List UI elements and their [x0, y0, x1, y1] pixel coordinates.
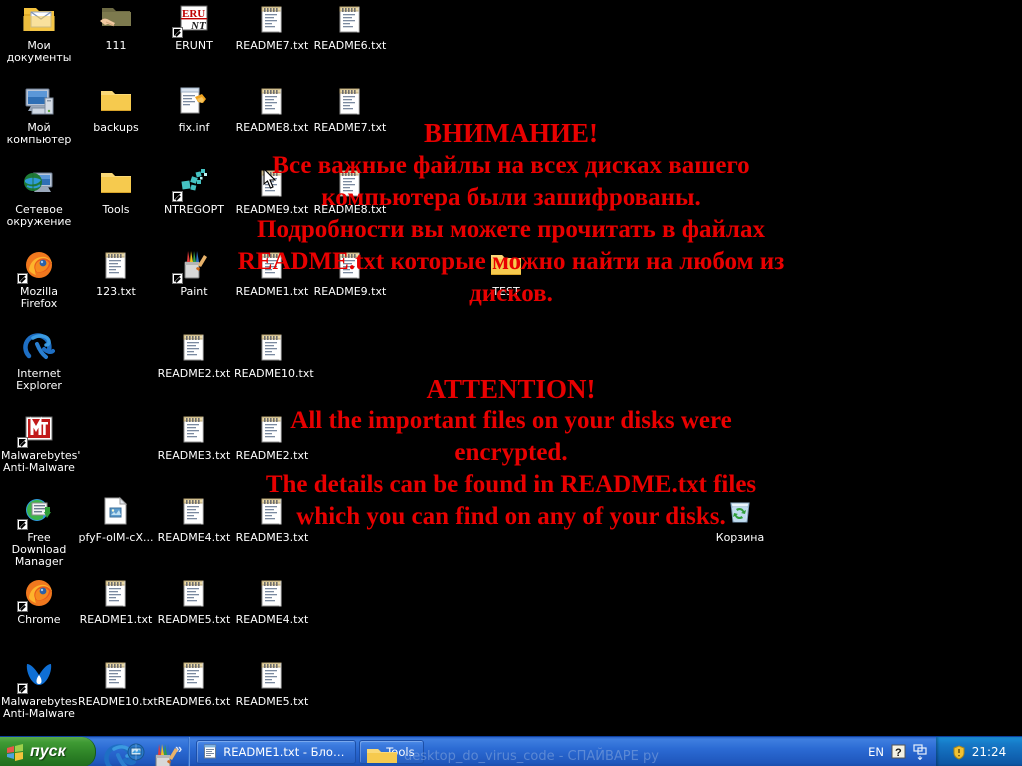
- notepad-file-icon: [234, 4, 310, 38]
- notepad-file-icon: [78, 660, 154, 694]
- ransom-note-line: The details can be found in README.txt f…: [265, 471, 757, 498]
- desktop-icon-label: README7.txt: [235, 39, 309, 52]
- ransom-note-line: ВНИМАНИЕ!: [424, 118, 598, 148]
- svg-text:?: ?: [895, 747, 902, 759]
- folder-icon: [366, 744, 398, 763]
- desktop-icon-my-documents[interactable]: Мои документы: [1, 4, 77, 64]
- ransom-note-line: дисков.: [469, 280, 553, 307]
- notepad-file-icon: [234, 86, 310, 120]
- desktop-icon-label: README6.txt: [313, 39, 387, 52]
- tray-language-indicator[interactable]: EN: [868, 745, 884, 759]
- folder-icon: [78, 86, 154, 120]
- desktop-icon-label: README4.txt: [157, 531, 231, 544]
- desktop-icon-folder-111[interactable]: 111: [78, 4, 154, 52]
- desktop-icon-readme5-col5[interactable]: README5.txt: [234, 660, 310, 708]
- desktop-icon-readme1-col3[interactable]: README1.txt: [78, 578, 154, 626]
- desktop-icon-readme10-col3[interactable]: README10.txt: [78, 660, 158, 708]
- notepad-icon: [203, 744, 218, 759]
- desktop-icon-label: Malwarebytes Anti-Malware: [1, 695, 78, 720]
- notepad-file-icon: [234, 660, 310, 694]
- folder-shared-icon: [78, 4, 154, 38]
- taskbar-clock[interactable]: 21:24: [972, 745, 1007, 759]
- ransom-note-line: компьютера были зашифрованы.: [321, 184, 701, 211]
- shortcut-overlay-arrow-icon: [172, 27, 183, 38]
- quick-launch-show-desktop[interactable]: [127, 743, 145, 761]
- notepad-file-icon: [156, 660, 232, 694]
- quick-launch-paint[interactable]: [150, 743, 178, 766]
- taskbar-button-notepad[interactable]: README1.txt - Блок...: [196, 739, 357, 764]
- notepad-file-icon: [234, 332, 310, 366]
- desktop-icon-label: README5.txt: [157, 613, 231, 626]
- svg-text:NT: NT: [190, 20, 207, 32]
- taskbar-button-tools[interactable]: Tools: [359, 739, 424, 764]
- desktop[interactable]: Мои документы 111 ERU NT ERUNT README7.t…: [0, 0, 1022, 766]
- desktop-icon-label: ERUNT: [175, 39, 213, 52]
- desktop-icon-label: README4.txt: [235, 613, 309, 626]
- desktop-icon-label: README5.txt: [235, 695, 309, 708]
- ransom-note-line: ATTENTION!: [426, 374, 596, 404]
- my-computer-icon: [1, 86, 77, 120]
- desktop-icon-label: 111: [105, 39, 127, 52]
- desktop-icon-label: Free Download Manager: [11, 531, 67, 568]
- folder-documents-icon: [1, 4, 77, 38]
- inf-file-icon: [156, 86, 232, 120]
- desktop-icon-readme6-col4[interactable]: README6.txt: [156, 660, 232, 708]
- internet-explorer-icon: [1, 332, 77, 366]
- desktop-icon-readme4-col5[interactable]: README4.txt: [234, 578, 310, 626]
- desktop-icon-label: Chrome: [17, 613, 61, 626]
- malwarebytes-bird-icon: [1, 660, 77, 694]
- desktop-icon-chrome[interactable]: Chrome: [1, 578, 77, 626]
- desktop-icon-readme6-col5[interactable]: README6.txt: [312, 4, 388, 52]
- desktop-icon-label: Мои документы: [6, 39, 72, 64]
- windows-flag-icon: [6, 743, 24, 761]
- quick-launch-internet-explorer[interactable]: [104, 743, 136, 766]
- security-shield-icon[interactable]: [952, 744, 966, 760]
- notepad-file-icon: [78, 578, 154, 612]
- ransom-note-line: Подробности вы можете прочитать в файлах: [257, 216, 765, 243]
- start-button[interactable]: пуск: [0, 737, 96, 766]
- ransom-note-line: README.txt которые можно найти на любом …: [237, 248, 785, 275]
- start-button-label: пуск: [30, 743, 66, 760]
- desktop-icon-label: README10.txt: [78, 695, 158, 708]
- desktop-icon-label: Корзина: [715, 531, 765, 544]
- taskbar[interactable]: пуск » README1.txt - Блок... Tools EN ? …: [0, 736, 1022, 766]
- desktop-icon-readme7-col4[interactable]: README7.txt: [234, 4, 310, 52]
- task-button-list: README1.txt - Блок... Tools: [190, 737, 858, 766]
- desktop-icon-readme10-col5[interactable]: README10.txt: [234, 332, 314, 380]
- system-tray[interactable]: EN ?: [858, 737, 936, 766]
- desktop-icon-label: README1.txt: [79, 613, 153, 626]
- ransom-note-line: which you can find on any of your disks.: [296, 503, 726, 530]
- clock-and-notification-area[interactable]: 21:24: [936, 737, 1022, 766]
- desktop-icon-readme2-col4[interactable]: README2.txt: [156, 332, 232, 380]
- ransom-note-line: All the important files on your disks we…: [290, 407, 732, 434]
- tray-network-icon[interactable]: [913, 744, 928, 761]
- notepad-file-icon: [156, 578, 232, 612]
- desktop-icon-readme5-col4[interactable]: README5.txt: [156, 578, 232, 626]
- notepad-file-icon: [312, 4, 388, 38]
- ransom-note-line: Все важные файлы на всех дисках вашего: [272, 152, 750, 179]
- notepad-file-icon: [156, 332, 232, 366]
- erunt-icon: ERU NT: [156, 4, 232, 38]
- desktop-icon-label: pfyF-olM-cX...: [78, 531, 154, 544]
- shortcut-overlay-arrow-icon: [17, 683, 28, 694]
- desktop-icon-erunt[interactable]: ERU NT ERUNT: [156, 4, 232, 52]
- quick-launch-bar[interactable]: »: [96, 737, 191, 766]
- desktop-icon-label: README3.txt: [235, 531, 309, 544]
- notepad-file-icon: [312, 86, 388, 120]
- shortcut-overlay-arrow-icon: [17, 601, 28, 612]
- ransom-note-line: encrypted.: [454, 439, 568, 466]
- notepad-file-icon: [234, 578, 310, 612]
- desktop-icon-malwarebytes-new[interactable]: Malwarebytes Anti-Malware: [1, 660, 77, 720]
- task-button-label: README1.txt - Блок...: [223, 744, 348, 759]
- firefox-icon: [1, 578, 77, 612]
- tray-help-icon[interactable]: ?: [891, 744, 906, 759]
- desktop-icon-label: README6.txt: [157, 695, 231, 708]
